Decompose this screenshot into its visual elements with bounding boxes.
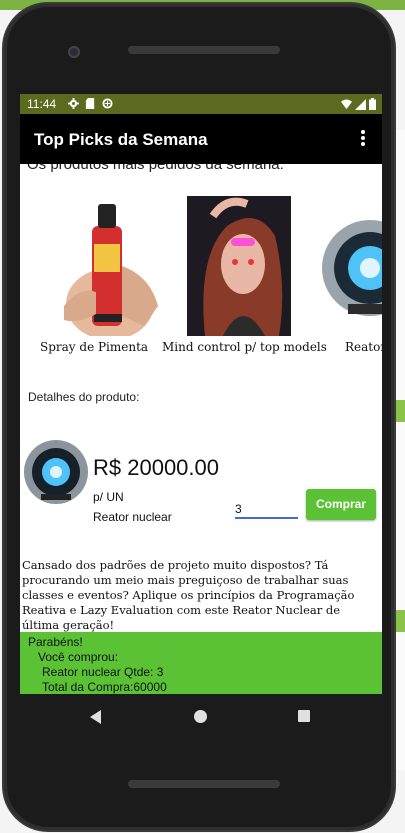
main-content: Os produtos mais pedidos da semana: Spra… — [20, 164, 382, 740]
buy-button[interactable]: Comprar — [306, 489, 376, 520]
purchase-result-line: Você comprou: — [38, 650, 119, 664]
carousel-caption: Spray de Pimenta — [40, 340, 149, 354]
recents-icon[interactable] — [298, 710, 310, 722]
product-unit: p/ UN — [93, 490, 124, 504]
purchase-result-line: Parabéns! — [28, 635, 83, 649]
quantity-input[interactable] — [235, 500, 298, 519]
app-title: Top Picks da Semana — [34, 130, 208, 149]
battery-icon — [369, 98, 376, 110]
screen: 11:44 Top Picks da Semana Os produtos ma… — [20, 94, 382, 740]
purchase-result-line: Reator nuclear Qtde: 3 — [42, 665, 164, 679]
product-price: R$ 20000.00 — [93, 455, 219, 480]
status-time: 11:44 — [27, 97, 57, 111]
carousel-item-mind-control[interactable]: Mind control p/ top models — [162, 196, 327, 354]
bottom-speaker — [128, 780, 280, 788]
signal-icon — [355, 99, 366, 110]
earpiece-speaker — [128, 46, 280, 54]
more-vert-icon[interactable] — [360, 130, 366, 148]
data-saver-icon — [102, 98, 113, 109]
product-name: Reator nuclear — [93, 510, 172, 524]
app-bar: Top Picks da Semana — [20, 114, 382, 164]
carousel-item-pepper-spray[interactable]: Spray de Pimenta — [40, 196, 180, 354]
back-icon[interactable] — [90, 710, 101, 724]
mind-control-image — [187, 196, 291, 336]
navigation-bar — [20, 694, 382, 740]
carousel-caption: Mind control p/ top models — [162, 340, 327, 354]
product-image — [21, 438, 91, 508]
wifi-icon — [341, 99, 352, 110]
purchase-result-line: Total da Compra:60000 — [42, 680, 167, 694]
product-description: Cansado dos padrões de projeto muito dis… — [22, 558, 355, 632]
details-label: Detalhes do produto: — [28, 390, 140, 404]
sd-card-icon — [85, 98, 95, 109]
arc-reactor-image — [318, 196, 382, 336]
carousel-item-reactor[interactable]: Reator — [318, 196, 382, 354]
pepper-spray-image — [60, 196, 164, 336]
carousel-caption: Reator — [345, 340, 382, 354]
gear-icon — [68, 98, 79, 109]
headline: Os produtos mais pedidos da semana: — [27, 164, 284, 173]
status-bar: 11:44 — [20, 94, 382, 114]
home-icon[interactable] — [194, 710, 207, 723]
purchase-result-banner: Parabéns! Você comprou: Reator nuclear Q… — [20, 632, 382, 696]
front-camera — [68, 46, 80, 58]
